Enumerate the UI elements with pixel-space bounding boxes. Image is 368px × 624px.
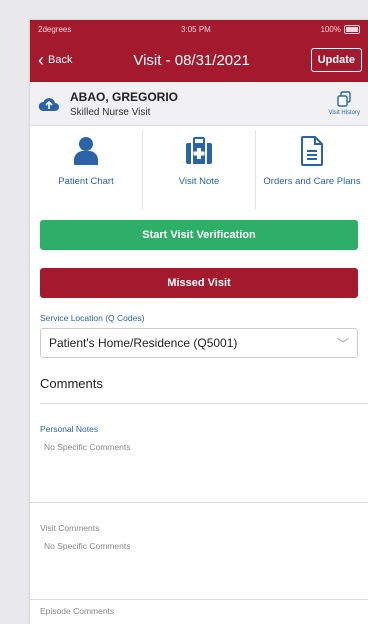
visit-history-label: Visit History: [328, 110, 360, 116]
patient-header: ABAO, GREGORIO Skilled Nurse Visit Visit…: [30, 82, 368, 126]
visit-history-button[interactable]: Visit History: [328, 91, 360, 116]
battery-icon: [344, 24, 360, 34]
update-button[interactable]: Update: [310, 48, 362, 72]
visit-note-label: Visit Note: [178, 176, 220, 187]
patient-chart-label: Patient Chart: [58, 176, 114, 187]
medical-kit-icon: [186, 137, 212, 164]
patient-info: ABAO, GREGORIO Skilled Nurse Visit: [70, 90, 328, 118]
visit-comments-value: No Specific Comments: [44, 541, 131, 551]
app-screen: 2degrees 3:05 PM 100% ‹ Back Visit - 08/…: [30, 20, 368, 624]
service-location-label: Service Location (Q Codes): [40, 313, 145, 323]
document-icon: [301, 136, 323, 166]
personal-notes-label: Personal Notes: [40, 424, 99, 434]
visit-comments-section[interactable]: Visit Comments No Specific Comments: [30, 523, 368, 600]
battery-label: 100%: [320, 24, 341, 34]
visit-type: Skilled Nurse Visit: [70, 106, 151, 118]
episode-comments-section[interactable]: Episode Comments: [30, 606, 368, 616]
chevron-left-icon: ‹: [38, 50, 44, 70]
orders-care-plans-button[interactable]: Orders and Care Plans: [256, 130, 368, 210]
status-bar: 2degrees 3:05 PM 100%: [30, 20, 368, 38]
patient-name: ABAO, GREGORIO: [70, 89, 179, 104]
nav-bar: ‹ Back Visit - 08/31/2021 Update: [30, 38, 368, 82]
action-grid: Patient Chart Visit Note Orders and Care…: [30, 130, 368, 210]
service-location-value: Patient's Home/Residence (Q5001): [49, 336, 238, 350]
start-visit-verification-button[interactable]: Start Visit Verification: [40, 220, 358, 250]
clock-label: 3:05 PM: [181, 24, 211, 34]
copy-icon: [337, 91, 351, 107]
comments-heading: Comments: [40, 376, 368, 404]
divider: [30, 599, 368, 600]
back-label: Back: [48, 54, 73, 66]
visit-note-button[interactable]: Visit Note: [143, 130, 256, 210]
page-title: Visit - 08/31/2021: [133, 51, 250, 69]
carrier-label: 2degrees: [38, 24, 72, 34]
service-location-select[interactable]: Patient's Home/Residence (Q5001) ﹀: [40, 328, 358, 358]
person-icon: [74, 137, 98, 165]
cloud-upload-icon: [38, 97, 59, 111]
episode-comments-label: Episode Comments: [40, 606, 115, 616]
patient-chart-button[interactable]: Patient Chart: [30, 130, 143, 210]
visit-comments-label: Visit Comments: [40, 523, 100, 533]
battery-indicator: 100%: [320, 24, 360, 34]
personal-notes-value: No Specific Comments: [44, 442, 131, 452]
personal-notes-section[interactable]: Personal Notes No Specific Comments: [30, 424, 368, 503]
divider: [30, 502, 368, 503]
chevron-down-icon: ﹀: [336, 336, 349, 351]
orders-care-plans-label: Orders and Care Plans: [263, 176, 361, 187]
missed-visit-button[interactable]: Missed Visit: [40, 268, 358, 298]
back-button[interactable]: ‹ Back: [38, 51, 72, 69]
